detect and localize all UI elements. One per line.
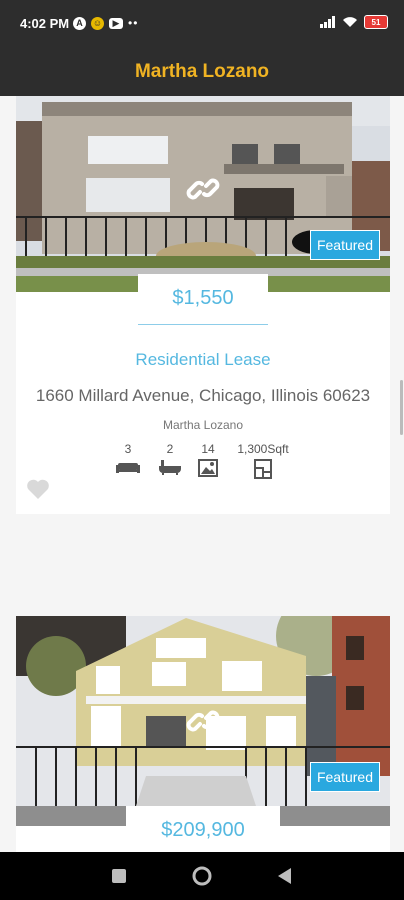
favorite-heart-icon[interactable] [26,478,50,500]
floorplan-icon [254,459,272,479]
listing-card[interactable]: Featured $1,550 Residential Lease 1660 M… [16,96,390,514]
battery-icon: 51 [364,15,388,29]
link-icon[interactable] [186,172,220,206]
signal-icon [320,16,335,28]
photos-feature: 14 [197,442,219,477]
home-button[interactable] [192,866,212,886]
featured-badge: Featured [309,762,380,792]
area-feature: 1,300Sqft [233,442,293,479]
wifi-icon [343,17,357,27]
status-notification-icons: A ☺ ▶ •• [73,16,138,30]
more-dots-icon: •• [128,16,139,30]
status-bar: 4:02 PM A ☺ ▶ •• 51 [0,0,404,48]
listing-card[interactable]: Featured $209,900 [16,616,390,854]
price-divider [138,324,268,325]
baths-feature: 2 [157,442,183,475]
price: $1,550 [172,286,234,309]
recent-apps-button[interactable] [112,869,126,883]
baths-count: 2 [166,442,174,456]
photo-icon [198,459,218,477]
area-size: 1,300Sqft [237,442,289,456]
page-title: Martha Lozano [134,61,270,82]
yellow-app-icon: ☺ [91,16,104,30]
scrollbar[interactable] [400,380,403,435]
back-button[interactable] [278,868,292,884]
featured-badge: Featured [309,230,380,260]
property-category[interactable]: Residential Lease [16,350,390,370]
agent-name[interactable]: Martha Lozano [16,418,390,432]
beds-count: 3 [124,442,132,456]
status-system-icons: 51 [320,15,388,29]
property-address[interactable]: 1660 Millard Avenue, Chicago, Illinois 6… [16,386,390,406]
property-photo[interactable]: Featured [16,96,390,292]
app-bar: Martha Lozano [0,48,404,96]
beds-feature: 3 [115,442,141,475]
youtube-icon: ▶ [109,17,123,29]
a-circle-icon: A [73,16,86,30]
price: $209,900 [161,818,245,841]
price-box: $209,900 [126,806,280,854]
status-time: 4:02 PM [20,16,70,31]
photos-count: 14 [201,442,215,456]
bathtub-icon [159,460,181,475]
link-icon[interactable] [186,704,220,738]
bed-icon [116,463,140,473]
property-photo[interactable]: Featured [16,616,390,826]
price-box: $1,550 [138,274,268,322]
system-navigation-bar [0,852,404,900]
